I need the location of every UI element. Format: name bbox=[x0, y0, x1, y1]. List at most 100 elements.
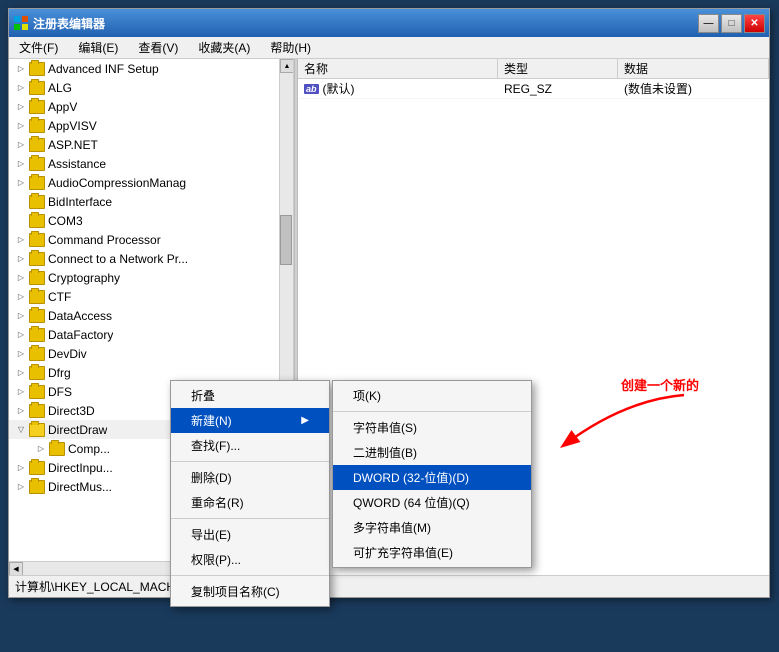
menu-edit[interactable]: 编辑(E) bbox=[72, 37, 124, 58]
window-title: 注册表编辑器 bbox=[33, 15, 105, 32]
folder-icon bbox=[29, 480, 45, 494]
ctx-export[interactable]: 导出(E) bbox=[171, 522, 329, 547]
ab-icon: ab bbox=[304, 84, 319, 94]
tree-item-appv[interactable]: ▷ AppV bbox=[9, 97, 293, 116]
tree-label: DevDiv bbox=[48, 347, 87, 361]
expand-btn[interactable]: ▷ bbox=[13, 365, 29, 381]
tree-item-devdiv[interactable]: ▷ DevDiv bbox=[9, 344, 293, 363]
expand-btn[interactable]: ▷ bbox=[13, 270, 29, 286]
maximize-button[interactable]: □ bbox=[721, 14, 742, 33]
submenu-binary[interactable]: 二进制值(B) bbox=[333, 440, 531, 465]
scroll-up-btn[interactable]: ▲ bbox=[280, 59, 294, 73]
submenu-xiang[interactable]: 项(K) bbox=[333, 383, 531, 408]
folder-icon bbox=[29, 423, 45, 437]
ctx-separator-3 bbox=[171, 575, 329, 576]
folder-icon bbox=[29, 138, 45, 152]
menu-file[interactable]: 文件(F) bbox=[13, 37, 64, 58]
ctx-copyname[interactable]: 复制项目名称(C) bbox=[171, 579, 329, 604]
expand-btn[interactable] bbox=[13, 213, 29, 229]
cell-name: ab (默认) bbox=[298, 79, 498, 99]
folder-icon bbox=[29, 62, 45, 76]
annotation-text: 创建一个新的 bbox=[621, 375, 699, 394]
expand-btn[interactable]: ▷ bbox=[33, 441, 49, 457]
ctx-permissions-label: 权限(P)... bbox=[191, 551, 241, 568]
tree-item-connectnetwork[interactable]: ▷ Connect to a Network Pr... bbox=[9, 249, 293, 268]
ctx-delete-label: 删除(D) bbox=[191, 469, 232, 486]
expand-btn[interactable]: ▷ bbox=[13, 80, 29, 96]
titlebar-left: 注册表编辑器 bbox=[13, 15, 105, 32]
tree-item-appvisv[interactable]: ▷ AppVISV bbox=[9, 116, 293, 135]
expand-btn[interactable]: ▷ bbox=[13, 460, 29, 476]
scroll-thumb[interactable] bbox=[280, 215, 292, 265]
expand-btn[interactable]: ▷ bbox=[13, 99, 29, 115]
expand-btn[interactable]: ▷ bbox=[13, 118, 29, 134]
tree-item-com3[interactable]: COM3 bbox=[9, 211, 293, 230]
menu-favorites[interactable]: 收藏夹(A) bbox=[192, 37, 256, 58]
ctx-rename[interactable]: 重命名(R) bbox=[171, 490, 329, 515]
expand-btn[interactable]: ▷ bbox=[13, 289, 29, 305]
tree-item-audiocompression[interactable]: ▷ AudioCompressionManag bbox=[9, 173, 293, 192]
minimize-button[interactable]: — bbox=[698, 14, 719, 33]
submenu-expandstring[interactable]: 可扩充字符串值(E) bbox=[333, 540, 531, 565]
folder-icon bbox=[29, 309, 45, 323]
tree-item-ctf[interactable]: ▷ CTF bbox=[9, 287, 293, 306]
close-button[interactable]: ✕ bbox=[744, 14, 765, 33]
table-row[interactable]: ab (默认) REG_SZ (数值未设置) bbox=[298, 79, 769, 99]
tree-item-assistance[interactable]: ▷ Assistance bbox=[9, 154, 293, 173]
expand-btn[interactable]: ▷ bbox=[13, 61, 29, 77]
ctx-permissions[interactable]: 权限(P)... bbox=[171, 547, 329, 572]
ctx-new[interactable]: 新建(N) ▶ bbox=[171, 408, 329, 433]
tree-item-advanced-inf[interactable]: ▷ Advanced INF Setup bbox=[9, 59, 293, 78]
expand-btn[interactable]: ▷ bbox=[13, 156, 29, 172]
ctx-separator-2 bbox=[171, 518, 329, 519]
tree-item-aspnet[interactable]: ▷ ASP.NET bbox=[9, 135, 293, 154]
titlebar: 注册表编辑器 — □ ✕ bbox=[9, 9, 769, 37]
expand-btn[interactable]: ▽ bbox=[13, 422, 29, 438]
menu-view[interactable]: 查看(V) bbox=[132, 37, 184, 58]
submenu-separator-1 bbox=[333, 411, 531, 412]
tree-label: ASP.NET bbox=[48, 138, 98, 152]
expand-btn[interactable]: ▷ bbox=[13, 346, 29, 362]
submenu-arrow-icon: ▶ bbox=[301, 415, 309, 426]
tree-label: COM3 bbox=[48, 214, 83, 228]
ctx-delete[interactable]: 删除(D) bbox=[171, 465, 329, 490]
expand-btn[interactable]: ▷ bbox=[13, 327, 29, 343]
menu-help[interactable]: 帮助(H) bbox=[264, 37, 317, 58]
cell-data: (数值未设置) bbox=[618, 79, 769, 99]
tree-item-datafactory[interactable]: ▷ DataFactory bbox=[9, 325, 293, 344]
expand-btn[interactable]: ▷ bbox=[13, 403, 29, 419]
submenu: 项(K) 字符串值(S) 二进制值(B) DWORD (32-位值)(D) QW… bbox=[332, 380, 532, 568]
statusbar-text: 计算机\HKEY_LOCAL_MACHINE bbox=[15, 578, 195, 595]
window-icon bbox=[13, 15, 29, 31]
expand-btn[interactable]: ▷ bbox=[13, 308, 29, 324]
expand-btn[interactable]: ▷ bbox=[13, 175, 29, 191]
tree-item-alg[interactable]: ▷ ALG bbox=[9, 78, 293, 97]
ctx-find-label: 查找(F)... bbox=[191, 437, 240, 454]
folder-icon bbox=[29, 271, 45, 285]
submenu-qword[interactable]: QWORD (64 位值)(Q) bbox=[333, 490, 531, 515]
submenu-multistring[interactable]: 多字符串值(M) bbox=[333, 515, 531, 540]
ctx-separator-1 bbox=[171, 461, 329, 462]
expand-btn[interactable]: ▷ bbox=[13, 137, 29, 153]
expand-btn[interactable]: ▷ bbox=[13, 384, 29, 400]
folder-icon bbox=[29, 328, 45, 342]
value-name: (默认) bbox=[323, 80, 355, 97]
ctx-fold[interactable]: 折叠 bbox=[171, 383, 329, 408]
scroll-left-btn[interactable]: ◀ bbox=[9, 562, 23, 575]
ctx-export-label: 导出(E) bbox=[191, 526, 231, 543]
expand-btn[interactable]: ▷ bbox=[13, 251, 29, 267]
expand-btn[interactable]: ▷ bbox=[13, 479, 29, 495]
tree-item-cryptography[interactable]: ▷ Cryptography bbox=[9, 268, 293, 287]
expand-btn[interactable] bbox=[13, 194, 29, 210]
submenu-string[interactable]: 字符串值(S) bbox=[333, 415, 531, 440]
ctx-find[interactable]: 查找(F)... bbox=[171, 433, 329, 458]
folder-icon bbox=[29, 214, 45, 228]
tree-item-bidinterface[interactable]: BidInterface bbox=[9, 192, 293, 211]
expand-btn[interactable]: ▷ bbox=[13, 232, 29, 248]
tree-item-dataaccess[interactable]: ▷ DataAccess bbox=[9, 306, 293, 325]
submenu-dword[interactable]: DWORD (32-位值)(D) bbox=[333, 465, 531, 490]
col-header-name: 名称 bbox=[298, 58, 498, 79]
tree-item-commandprocessor[interactable]: ▷ Command Processor bbox=[9, 230, 293, 249]
ctx-rename-label: 重命名(R) bbox=[191, 494, 244, 511]
tree-label: DirectDraw bbox=[48, 423, 107, 437]
